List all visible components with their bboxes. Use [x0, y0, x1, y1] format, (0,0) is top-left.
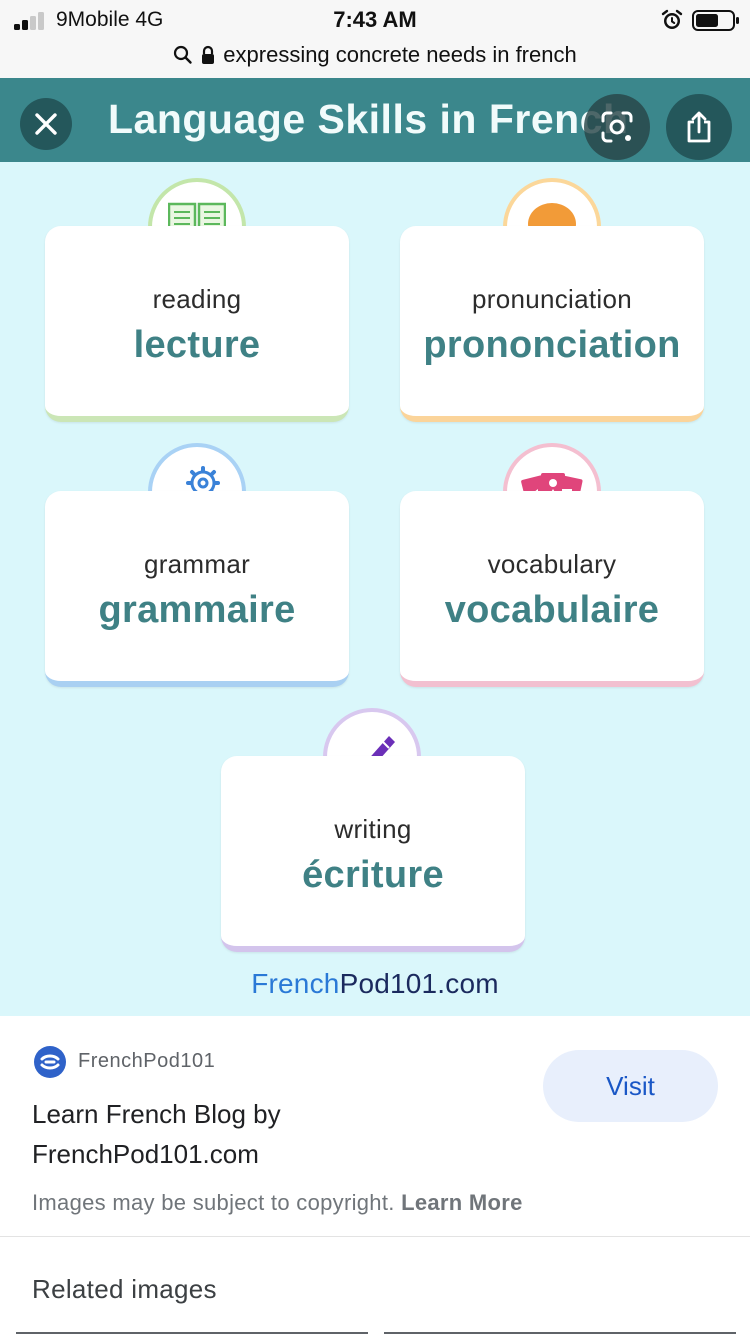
grammar-card: grammar grammaire: [45, 491, 349, 687]
reading-english: reading: [152, 284, 242, 314]
visit-button[interactable]: Visit: [543, 1050, 718, 1122]
site-logo-part2: Pod101.com: [339, 968, 499, 999]
battery-icon: [692, 10, 739, 31]
grammar-english: grammar: [143, 549, 251, 579]
url-bar[interactable]: expressing concrete needs in french: [0, 40, 750, 78]
writing-card: writing écriture: [221, 756, 525, 952]
lock-icon: [202, 45, 215, 64]
search-icon: [174, 45, 192, 64]
reading-french: lecture: [133, 324, 261, 366]
close-button[interactable]: [20, 98, 72, 150]
pronunciation-french: prononciation: [423, 324, 681, 366]
related-images-heading: Related images: [32, 1274, 217, 1304]
frenchpod-logo-icon: [40, 1054, 60, 1070]
source-favicon: [34, 1046, 66, 1078]
reading-card: reading lecture: [45, 226, 349, 422]
copyright-notice: Images may be subject to copyright. Lear…: [32, 1190, 523, 1216]
pronunciation-card: pronunciation prononciation: [400, 226, 704, 422]
writing-english: writing: [334, 814, 412, 844]
vocabulary-english: vocabulary: [487, 549, 617, 579]
site-logo-part1: French: [251, 968, 340, 999]
image-title: Language Skills in French: [108, 96, 629, 142]
writing-french: écriture: [302, 854, 444, 896]
source-name[interactable]: FrenchPod101: [78, 1050, 215, 1073]
image-viewer: Language Skills in French reading lectur…: [0, 78, 750, 1016]
vocabulary-french: vocabulaire: [444, 589, 660, 631]
image-info-panel: FrenchPod101 Learn French Blog by French…: [0, 1016, 750, 1334]
vocabulary-card: vocabulary vocabulaire: [400, 491, 704, 687]
share-button[interactable]: [666, 94, 732, 160]
page-title[interactable]: Learn French Blog by FrenchPod101.com: [32, 1094, 472, 1174]
lens-icon: [601, 111, 633, 143]
clock: 7:43 AM: [333, 7, 417, 32]
lens-button[interactable]: [584, 94, 650, 160]
site-logo: FrenchPod101.com: [0, 968, 750, 1000]
pronunciation-english: pronunciation: [471, 284, 632, 314]
status-bar: 9Mobile 4G 7:43 AM: [0, 0, 750, 40]
divider: [0, 1236, 750, 1237]
close-icon: [35, 113, 57, 135]
learn-more-link[interactable]: Learn More: [401, 1190, 523, 1215]
share-icon: [687, 111, 711, 143]
copyright-text: Images may be subject to copyright.: [32, 1190, 395, 1215]
grammar-french: grammaire: [98, 589, 296, 631]
search-query: expressing concrete needs in french: [223, 42, 577, 67]
alarm-icon: [661, 9, 683, 29]
